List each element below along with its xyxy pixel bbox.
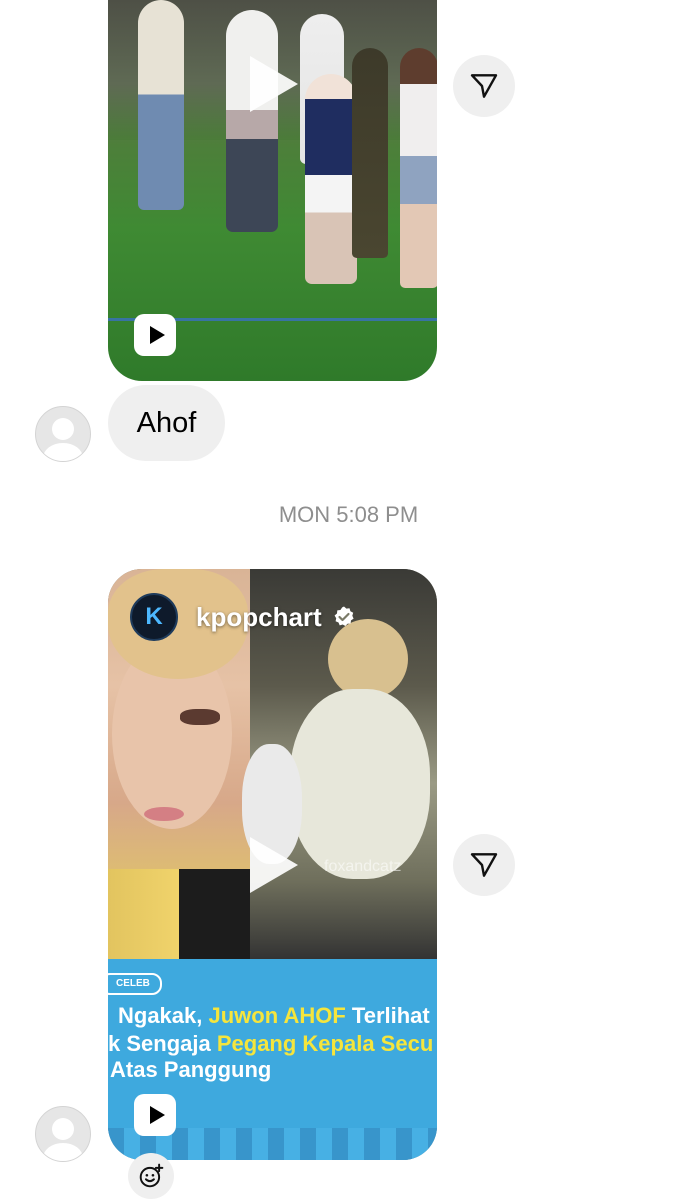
category-tag: CELEB	[108, 973, 162, 995]
headline-text: k Sengaja	[108, 1031, 217, 1056]
account-header[interactable]: K kpopchart	[130, 593, 356, 641]
account-name[interactable]: kpopchart	[196, 602, 322, 633]
play-icon[interactable]	[250, 56, 298, 112]
dancer-figure	[226, 10, 278, 232]
paper-plane-icon	[470, 74, 498, 98]
watermark-text: foxandcatz	[324, 858, 402, 875]
reel-play-icon	[134, 1094, 176, 1136]
headline-highlight: Pegang Kepala Secu	[216, 1031, 434, 1056]
add-reaction-button[interactable]	[128, 1153, 174, 1199]
headline-line-3: Atas Panggung	[110, 1057, 272, 1082]
add-reaction-icon	[139, 1163, 164, 1188]
headline-line-2: k Sengaja Pegang Kepala Secu	[108, 1031, 433, 1057]
message-text: Ahof	[136, 406, 197, 439]
headline-text: Ngakak,	[118, 1003, 209, 1028]
timestamp: MON 5:08 PM	[278, 502, 419, 527]
dancer-figure	[352, 48, 388, 258]
headline-highlight: Juwon AHOF	[208, 1003, 346, 1028]
play-icon[interactable]	[250, 837, 298, 893]
headline-text: Terlihat	[345, 1003, 430, 1028]
logo-letter: K	[145, 603, 163, 630]
verified-badge-icon	[334, 606, 354, 626]
dancer-figure	[305, 74, 357, 284]
reel-play-icon	[134, 314, 176, 356]
avatar[interactable]	[35, 1106, 91, 1162]
message-bubble[interactable]: Ahof	[108, 385, 225, 461]
share-button[interactable]	[453, 834, 515, 896]
account-logo[interactable]: K	[130, 593, 178, 641]
dancer-figure	[400, 48, 437, 288]
dancer-figure	[138, 0, 184, 210]
headline-line-1: Ngakak, Juwon AHOF Terlihat	[118, 1003, 430, 1029]
share-button[interactable]	[453, 55, 515, 117]
avatar[interactable]	[35, 406, 91, 462]
reel-card-2[interactable]: foxandcatz K kpopchart CELEB Ngakak, Juw…	[108, 569, 437, 1160]
reel-card-1[interactable]	[108, 0, 437, 381]
paper-plane-icon	[470, 853, 498, 877]
